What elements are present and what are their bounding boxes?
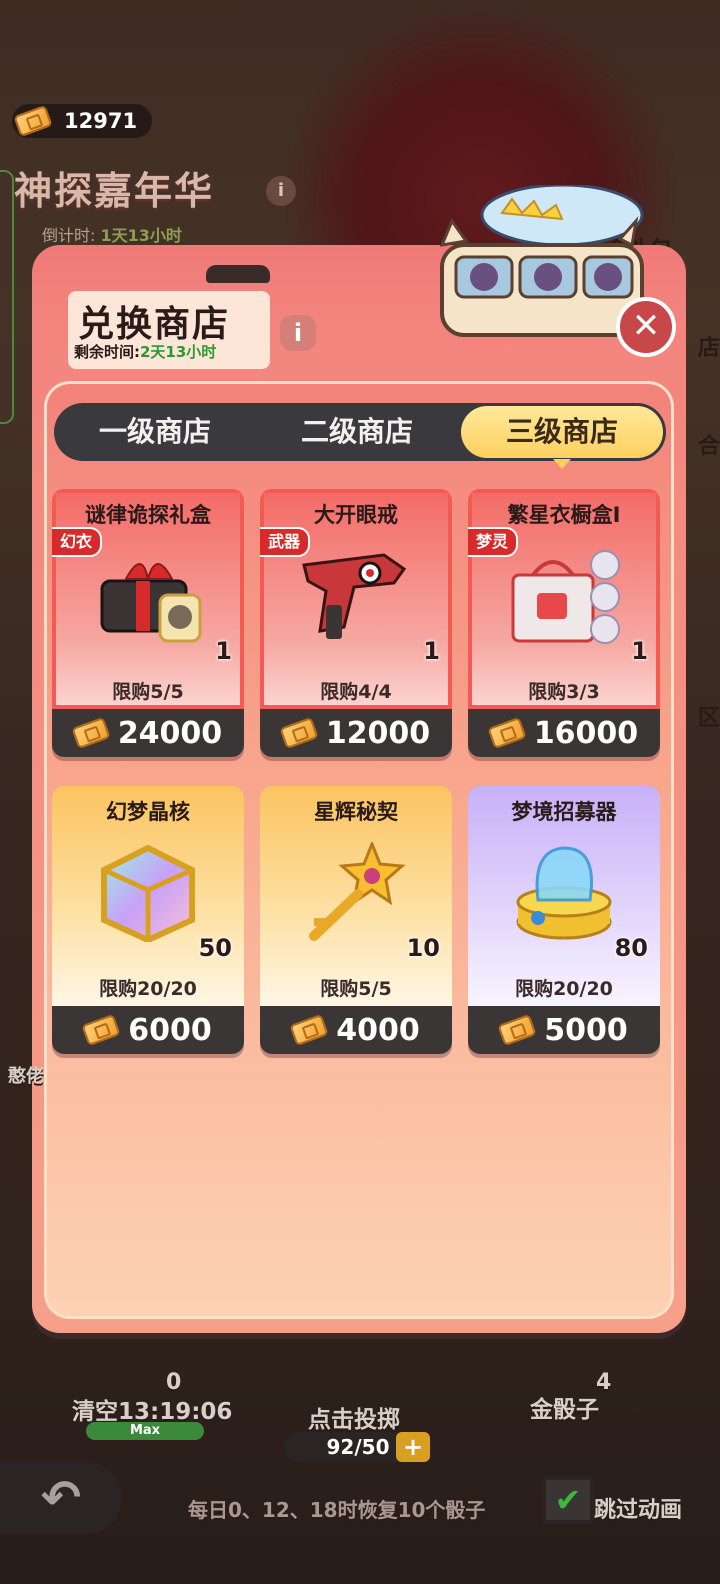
countdown-label: 倒计时: <box>42 226 96 245</box>
ticket-icon <box>497 1013 537 1047</box>
item-purchase-limit: 限购20/20 <box>99 978 197 1000</box>
item-price-value: 4000 <box>336 1012 420 1048</box>
shop-item-card[interactable]: 梦境招募器 80 限购20/20 5000 <box>468 786 660 1054</box>
tab-tier-2[interactable]: 二级商店 <box>256 403 458 461</box>
item-quantity: 50 <box>198 934 232 962</box>
item-purchase-limit: 限购5/5 <box>320 978 392 1000</box>
ticket-icon <box>289 1013 329 1047</box>
back-button[interactable]: ↶ <box>0 1462 122 1534</box>
item-price[interactable]: 16000 <box>468 709 660 757</box>
item-quantity: 1 <box>423 637 440 665</box>
max-progress-bar: Max <box>86 1422 204 1440</box>
item-quantity: 80 <box>614 934 648 962</box>
shop-title-box: 兑换商店 剩余时间:2天13小时 <box>68 291 270 369</box>
event-title: 神探嘉年华 <box>14 169 215 213</box>
left-side-panel-edge[interactable] <box>0 170 14 424</box>
remaining-value: 2天13小时 <box>140 343 217 361</box>
item-price-value: 24000 <box>117 715 223 751</box>
item-quantity: 1 <box>631 637 648 665</box>
side-shop-label[interactable]: 店 <box>698 330 720 362</box>
item-name: 谜律诡探礼盒 <box>85 503 211 527</box>
item-name: 幻梦晶核 <box>106 800 190 824</box>
shop-item-card[interactable]: 繁星衣橱盒Ⅰ 梦灵 1 限购3/3 16000 <box>468 489 660 757</box>
shop-remaining-time: 剩余时间:2天13小时 <box>74 341 216 362</box>
crystal-cube-icon <box>101 844 195 942</box>
left-character-name: 憨佬 <box>8 1066 44 1087</box>
exchange-shop-panel: 兑换商店 剩余时间:2天13小时 i ✕ 一级商店 二级商店 三级商店 谜律诡探… <box>32 185 686 1333</box>
event-countdown: 倒计时: 1天13小时 <box>42 222 182 246</box>
add-dice-button[interactable]: + <box>396 1432 430 1462</box>
item-name: 大开眼戒 <box>314 503 398 527</box>
item-price[interactable]: 12000 <box>260 709 452 757</box>
gold-dice-label[interactable]: 金骰子 <box>530 1390 599 1424</box>
tab-tier-3[interactable]: 三级商店 <box>461 406 663 469</box>
item-name: 星辉秘契 <box>314 800 398 824</box>
item-price[interactable]: 6000 <box>52 1006 244 1054</box>
side-zone-label[interactable]: 区 <box>698 700 720 732</box>
item-price[interactable]: 4000 <box>260 1006 452 1054</box>
ticket-icon <box>13 104 53 138</box>
ticket-icon <box>81 1013 121 1047</box>
skip-animation-checkbox[interactable]: ✔ <box>542 1476 594 1524</box>
panel-handle <box>206 265 270 283</box>
item-name: 梦境招募器 <box>511 800 617 824</box>
shop-info-button[interactable]: i <box>280 315 316 351</box>
recruiter-icon <box>516 846 612 940</box>
item-purchase-limit: 限购4/4 <box>320 681 392 703</box>
currency-amount: 12971 <box>64 109 138 133</box>
item-price-value: 5000 <box>544 1012 628 1048</box>
clear-timer: 清空13:19:06 <box>72 1399 233 1425</box>
item-purchase-limit: 限购3/3 <box>528 681 600 703</box>
shop-tier-tabs: 一级商店 二级商店 三级商店 <box>54 403 666 469</box>
item-purchase-limit: 限购5/5 <box>112 681 184 703</box>
item-price-value: 6000 <box>128 1012 212 1048</box>
event-info-icon[interactable]: i <box>266 176 296 206</box>
item-quantity: 10 <box>406 934 440 962</box>
item-price-value: 16000 <box>533 715 639 751</box>
currency-display: 12971 <box>12 104 152 138</box>
roll-dice-button[interactable]: 点击投掷 <box>308 1400 400 1434</box>
shop-item-card[interactable]: 大开眼戒 武器 1 限购4/4 12000 <box>260 489 452 757</box>
shop-item-card[interactable]: 谜律诡探礼盒 幻衣 1 限购5/5 24000 <box>52 489 244 757</box>
close-button[interactable]: ✕ <box>616 297 676 357</box>
item-price[interactable]: 5000 <box>468 1006 660 1054</box>
star-key-icon <box>309 842 406 941</box>
skip-animation-label: 跳过动画 <box>594 1498 683 1523</box>
item-price-value: 12000 <box>325 715 431 751</box>
side-combine-label[interactable]: 合 <box>698 428 720 460</box>
shop-title: 兑换商店 <box>78 304 231 345</box>
ticket-icon <box>71 716 111 750</box>
ticket-icon <box>279 716 319 750</box>
remaining-label: 剩余时间: <box>74 343 140 361</box>
shop-item-card[interactable]: 幻梦晶核 50 限购20/20 6000 <box>52 786 244 1054</box>
shopping-bag-icon <box>511 550 620 644</box>
item-price[interactable]: 24000 <box>52 709 244 757</box>
gift-box-icon <box>100 563 202 643</box>
dice-recovery-note: 每日0、12、18时恢复10个骰子 <box>188 1498 486 1522</box>
shop-item-card[interactable]: 星辉秘契 10 限购5/5 4000 <box>260 786 452 1054</box>
countdown-value: 1天13小时 <box>100 226 182 245</box>
pistol-icon <box>302 553 407 639</box>
item-name: 繁星衣橱盒Ⅰ <box>507 503 621 527</box>
tab-tier-1[interactable]: 一级商店 <box>54 403 256 461</box>
item-quantity: 1 <box>215 637 232 665</box>
ticket-icon <box>487 716 527 750</box>
item-purchase-limit: 限购20/20 <box>515 978 613 1000</box>
